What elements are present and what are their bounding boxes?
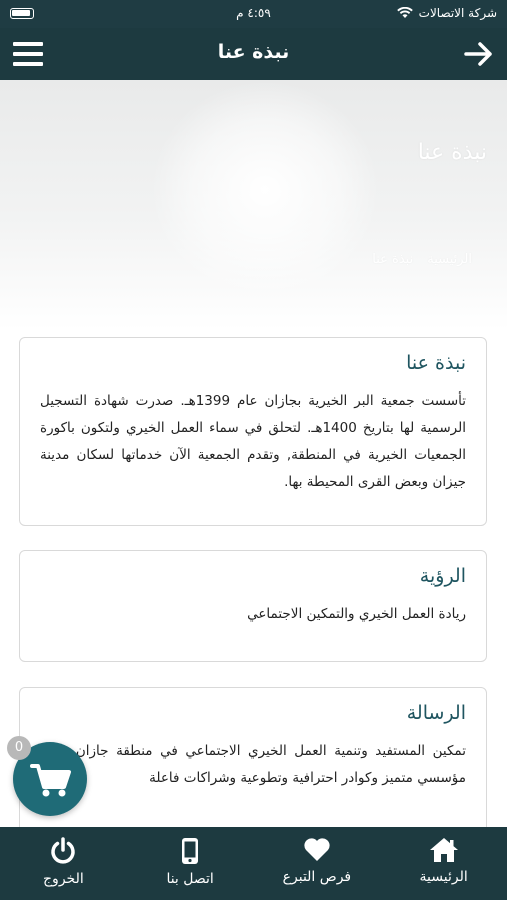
- wifi-icon: [396, 7, 413, 18]
- about-heading: نبذة عنا: [406, 352, 466, 374]
- status-bar: شركة الاتصالات ٤:٥٩ م: [0, 0, 507, 28]
- about-text: تأسست جمعية البر الخيرية بجازان عام 1399…: [40, 393, 466, 490]
- nav-logout[interactable]: الخروج: [0, 827, 127, 900]
- hero-banner: نبذة عنا الرئيسية نبذة عنا: [0, 80, 507, 330]
- mission-heading: الرسالة: [406, 702, 466, 724]
- nav-donation-opportunities[interactable]: فرص التبرع: [254, 827, 381, 900]
- power-icon: [51, 837, 76, 864]
- heart-icon: [304, 838, 330, 861]
- home-icon: [429, 838, 458, 862]
- nav-home-label: الرئيسية: [419, 869, 468, 885]
- mission-card: الرسالة تمكين المستفيد وتنمية العمل الخي…: [19, 687, 487, 837]
- breadcrumb: الرئيسية نبذة عنا: [372, 252, 472, 267]
- vision-heading: الرؤية: [419, 565, 466, 587]
- nav-contact[interactable]: اتصل بنا: [127, 827, 254, 900]
- page-title: نبذة عنا: [217, 41, 290, 63]
- about-card: نبذة عنا تأسست جمعية البر الخيرية بجازان…: [19, 337, 487, 526]
- app-header: نبذة عنا: [0, 28, 507, 80]
- vision-text: ريادة العمل الخيري والتمكين الاجتماعي: [247, 606, 466, 622]
- hamburger-menu-icon[interactable]: [12, 40, 44, 68]
- nav-donation-label: فرص التبرع: [282, 869, 352, 885]
- mission-text: تمكين المستفيد وتنمية العمل الخيري الاجت…: [40, 743, 466, 786]
- bottom-nav: الرئيسية فرص التبرع اتصل بنا الخروج: [0, 827, 507, 900]
- clock: ٤:٥٩ م: [236, 6, 271, 20]
- nav-logout-label: الخروج: [43, 871, 84, 887]
- nav-home[interactable]: الرئيسية: [380, 827, 507, 900]
- carrier-info: شركة الاتصالات: [396, 6, 497, 20]
- hero-background-image: [150, 80, 380, 300]
- breadcrumb-home[interactable]: الرئيسية: [427, 252, 472, 267]
- hero-title: نبذة عنا: [417, 140, 487, 165]
- phone-icon: [182, 838, 199, 864]
- battery-icon: [10, 8, 34, 19]
- cart-count-badge: 0: [7, 736, 31, 760]
- vision-card: الرؤية ريادة العمل الخيري والتمكين الاجت…: [19, 550, 487, 662]
- carrier-name: شركة الاتصالات: [418, 6, 497, 20]
- nav-contact-label: اتصل بنا: [166, 871, 214, 887]
- breadcrumb-current: نبذة عنا: [372, 252, 414, 267]
